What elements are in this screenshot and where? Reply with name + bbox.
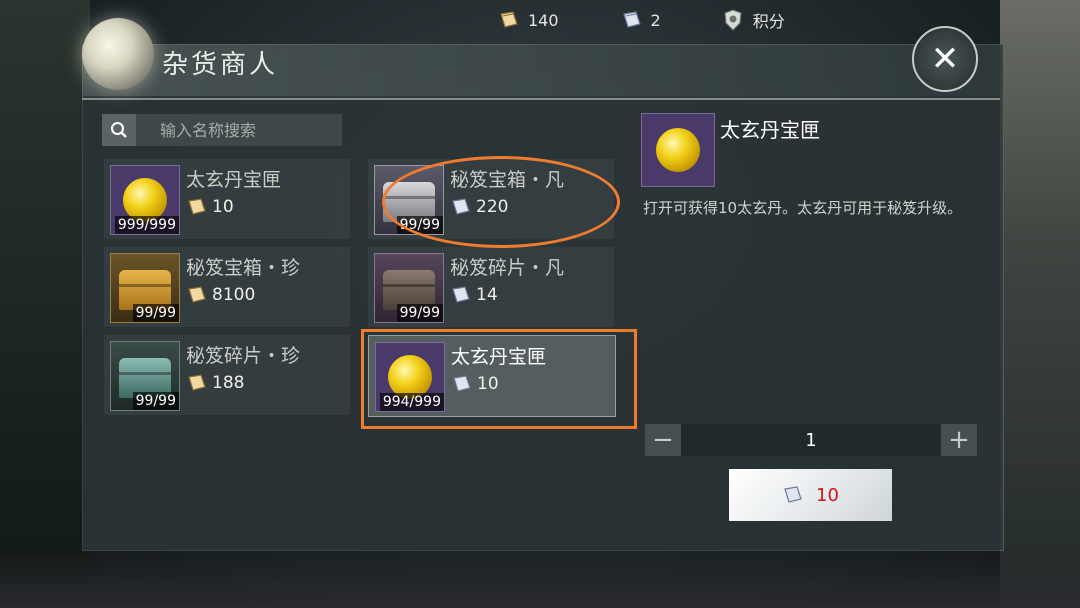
item-price-value: 10	[212, 197, 234, 217]
item-price: 220	[450, 197, 508, 217]
silver-book-icon	[782, 486, 804, 504]
background-bottom	[0, 548, 1080, 608]
shop-item[interactable]: 99/99 秘笈碎片・珍 188	[104, 335, 350, 415]
quantity-stepper: − 1 +	[645, 424, 977, 456]
search-icon[interactable]	[102, 114, 136, 146]
golden-orb-icon	[656, 128, 700, 172]
detail-description: 打开可获得10太玄丹。太玄丹可用于秘笈升级。	[643, 199, 963, 217]
search-input[interactable]	[158, 119, 342, 141]
item-thumbnail: 99/99	[110, 341, 180, 411]
silver-book-icon	[450, 198, 472, 216]
silver-book-icon	[621, 11, 643, 29]
points-currency: 积分	[723, 8, 785, 32]
book-currency-value: 140	[528, 10, 559, 30]
item-price: 188	[186, 373, 244, 393]
moon-emblem	[82, 18, 154, 90]
shop-item-selected[interactable]: 994/999 太玄丹宝匣 10	[368, 335, 616, 417]
gold-book-icon	[186, 198, 208, 216]
silver-book-value: 2	[650, 10, 661, 30]
item-thumbnail: 99/99	[110, 253, 180, 323]
background-left	[0, 0, 90, 608]
buy-price: 10	[816, 484, 839, 506]
item-name: 太玄丹宝匣	[186, 169, 282, 191]
shop-item[interactable]: 99/99 秘笈碎片・凡 14	[368, 247, 614, 327]
detail-thumbnail	[641, 113, 715, 187]
item-stock: 999/999	[114, 216, 179, 234]
points-label: 积分	[752, 12, 785, 31]
item-price-value: 188	[212, 373, 245, 393]
background-right	[1000, 0, 1080, 608]
item-price: 10	[451, 374, 499, 394]
item-price-value: 220	[476, 197, 509, 217]
item-thumbnail: 999/999	[110, 165, 180, 235]
gold-book-icon	[498, 11, 520, 29]
silver-book-icon	[451, 375, 473, 393]
shield-icon	[723, 9, 743, 31]
shop-item[interactable]: 99/99 秘笈宝箱・珍 8100	[104, 247, 350, 327]
item-price-value: 14	[476, 285, 498, 305]
item-name: 太玄丹宝匣	[451, 346, 547, 368]
item-price: 14	[450, 285, 498, 305]
silver-book-icon	[450, 286, 472, 304]
item-name: 秘笈宝箱・珍	[186, 257, 301, 279]
buy-button[interactable]: 10	[729, 469, 892, 521]
shop-item[interactable]: 99/99 秘笈宝箱・凡 220	[368, 159, 614, 239]
increase-button[interactable]: +	[941, 424, 977, 456]
silver-book-currency: 2	[621, 11, 661, 30]
close-button[interactable]: ✕	[912, 26, 978, 92]
quantity-value: 1	[805, 429, 817, 451]
item-stock: 99/99	[132, 392, 179, 410]
item-stock: 99/99	[132, 304, 179, 322]
item-name: 秘笈碎片・凡	[450, 257, 565, 279]
decrease-button[interactable]: −	[645, 424, 681, 456]
gold-book-icon	[186, 374, 208, 392]
search-box	[102, 114, 342, 146]
book-currency: 140	[498, 11, 559, 30]
gold-book-icon	[186, 286, 208, 304]
item-stock: 99/99	[396, 304, 443, 322]
item-price-value: 10	[477, 374, 499, 394]
item-thumbnail: 99/99	[374, 253, 444, 323]
item-name: 秘笈碎片・珍	[186, 345, 301, 367]
item-stock: 994/999	[379, 393, 444, 411]
item-price: 10	[186, 197, 234, 217]
close-icon: ✕	[930, 39, 960, 79]
page-title: 杂货商人	[162, 50, 279, 80]
item-thumbnail: 99/99	[374, 165, 444, 235]
item-price-value: 8100	[212, 285, 256, 305]
item-price: 8100	[186, 285, 255, 305]
currency-bar: 140 2 积分	[498, 6, 847, 34]
item-name: 秘笈宝箱・凡	[450, 169, 565, 191]
detail-item-name: 太玄丹宝匣	[720, 118, 820, 142]
item-thumbnail: 994/999	[375, 342, 445, 412]
item-stock: 99/99	[396, 216, 443, 234]
shop-item[interactable]: 999/999 太玄丹宝匣 10	[104, 159, 350, 239]
